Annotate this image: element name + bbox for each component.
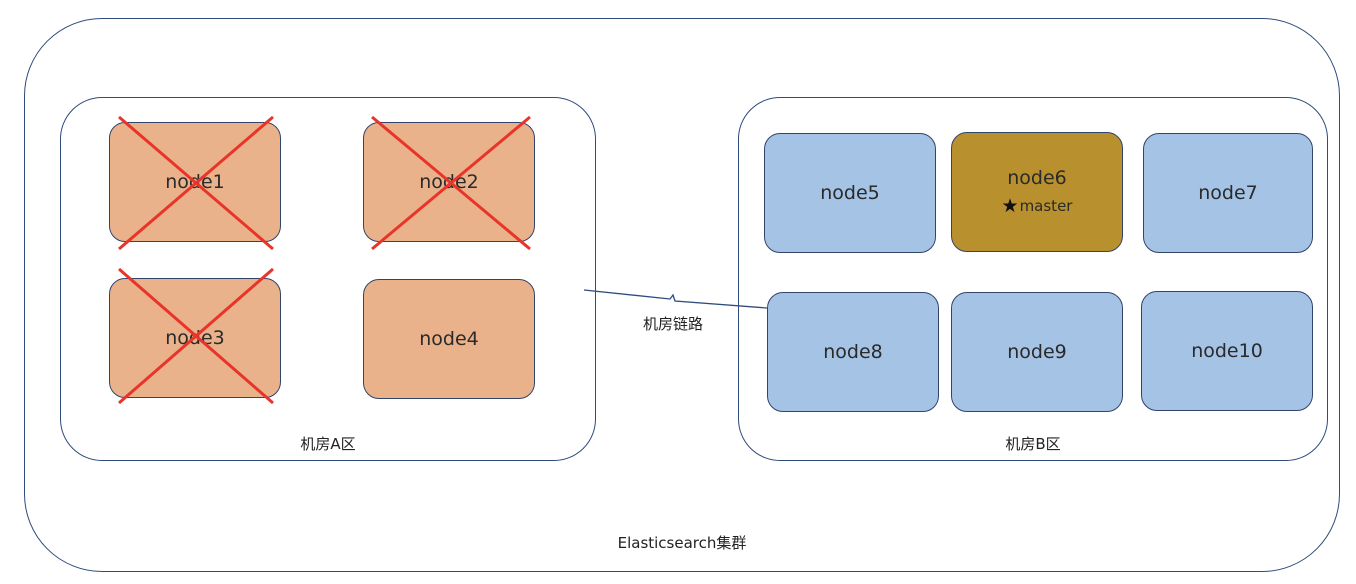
room-link-line (583, 289, 768, 309)
room-link-label: 机房链路 (642, 315, 704, 333)
